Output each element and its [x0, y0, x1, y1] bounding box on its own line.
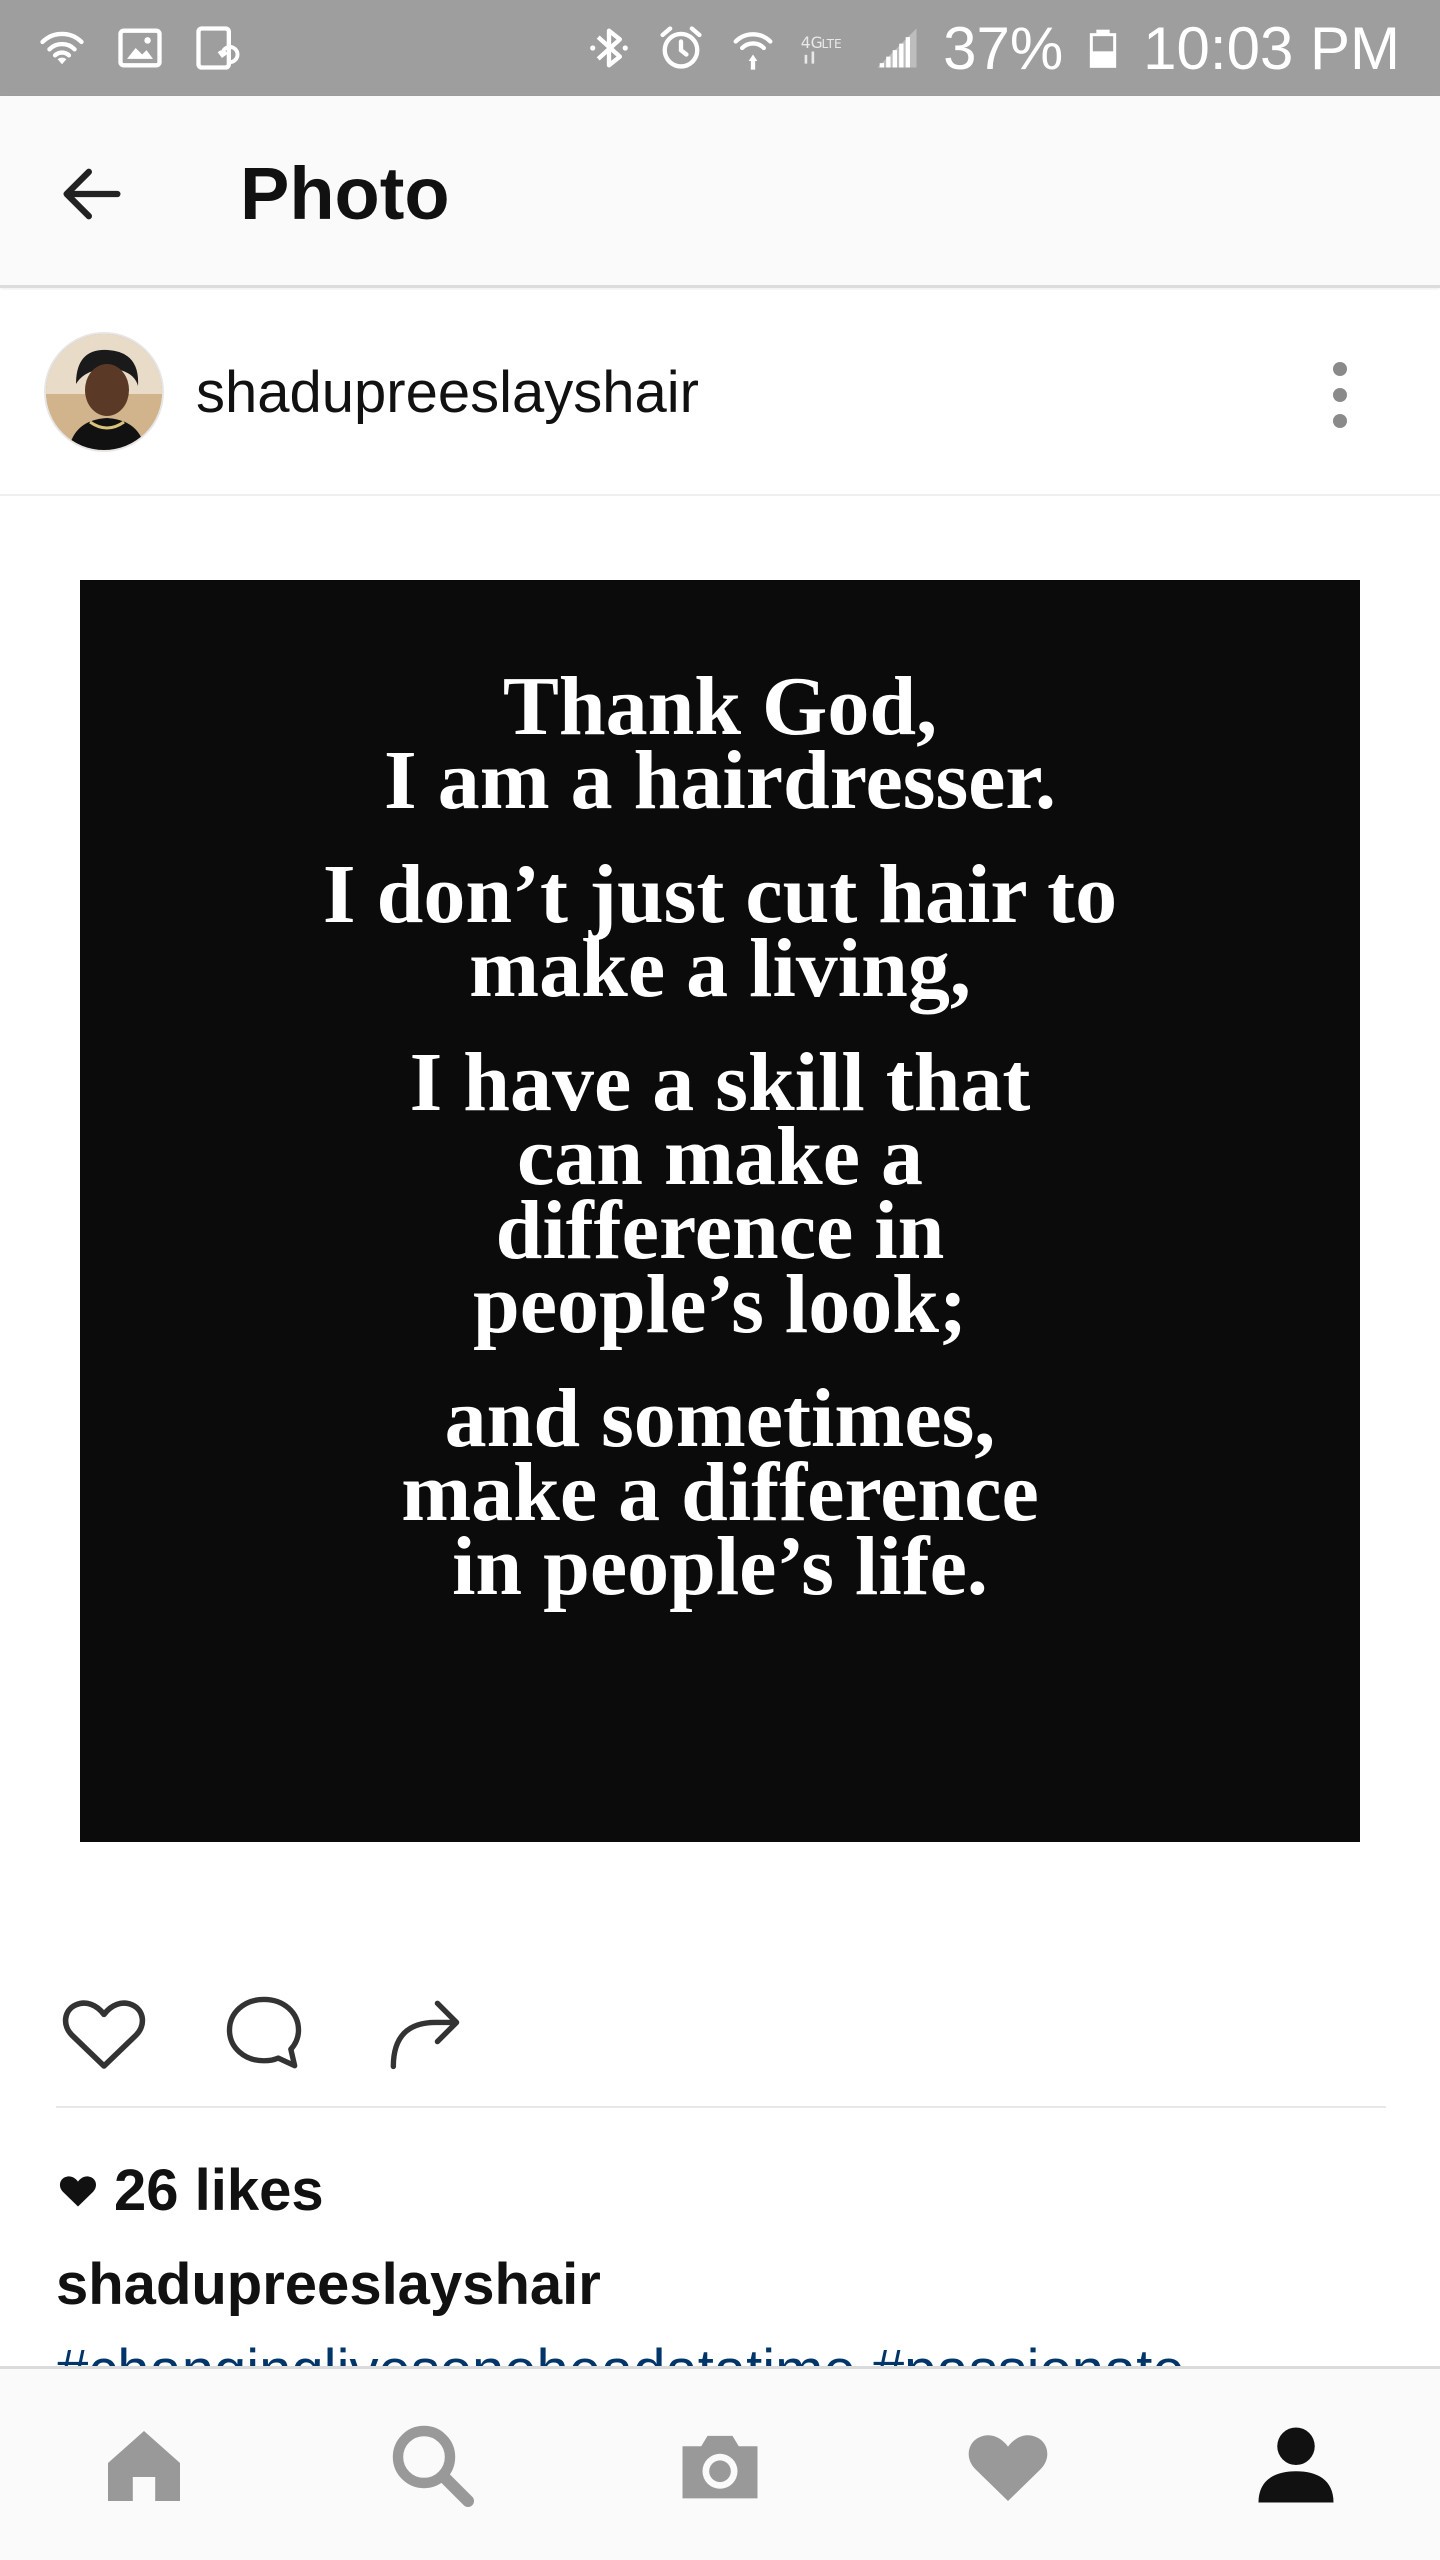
share-arrow-icon [390, 2000, 460, 2070]
more-dot [1333, 414, 1347, 428]
post-actions [0, 1960, 1440, 2100]
quote-stanza: I have a skill that can make a differenc… [80, 1036, 1360, 1351]
sync-icon [196, 26, 240, 70]
profile-icon [1258, 2427, 1334, 2503]
avatar-image [46, 334, 162, 450]
quote-line: I have a skill that [409, 1036, 1031, 1129]
svg-text:LTE: LTE [822, 37, 842, 51]
more-options-button[interactable] [1300, 350, 1380, 440]
signal-icon [877, 28, 917, 68]
wifi-icon [40, 31, 84, 65]
status-left-icons [36, 20, 244, 76]
search-icon [392, 2425, 474, 2507]
battery-icon [1090, 29, 1117, 68]
nav-home[interactable] [84, 2405, 204, 2525]
back-button[interactable] [44, 146, 140, 242]
clock-time: 10:03 PM [1143, 14, 1400, 82]
top-app-bar: Photo [0, 96, 1440, 288]
status-right-icons: 4G LTE 37% 10:03 PM [583, 10, 1400, 86]
nav-camera[interactable] [660, 2405, 780, 2525]
image-icon [118, 28, 162, 68]
share-button[interactable] [374, 1982, 474, 2082]
svg-text:4G: 4G [801, 34, 823, 52]
post-header: shadupreeslayshair [0, 290, 1440, 496]
nav-activity[interactable] [948, 2405, 1068, 2525]
nav-profile[interactable] [1236, 2405, 1356, 2525]
like-button[interactable] [54, 1982, 154, 2082]
likes-label: 26 likes [114, 2157, 324, 2223]
quote-line: I don’t just cut hair to [322, 848, 1118, 941]
alarm-icon [660, 26, 702, 69]
quote-line: and sometimes, [444, 1372, 996, 1465]
likes-count[interactable]: 26 likes [56, 2150, 324, 2230]
avatar[interactable] [44, 332, 164, 452]
heart-outline-icon [62, 2000, 146, 2069]
more-vertical-icon [1333, 362, 1347, 376]
bluetooth-icon [590, 28, 628, 68]
image-quote: Thank God, I am a hairdresser. I don’t j… [80, 660, 1360, 1644]
camera-icon [682, 2435, 758, 2499]
post-media-area: Thank God, I am a hairdresser. I don’t j… [0, 498, 1440, 1918]
actions-divider [56, 2106, 1386, 2108]
quote-line: make a living, [469, 922, 971, 1015]
quote-line: I am a hairdresser. [384, 734, 1056, 827]
post-image[interactable]: Thank God, I am a hairdresser. I don’t j… [80, 580, 1360, 1842]
quote-line: in people’s life. [452, 1520, 988, 1613]
quote-stanza: and sometimes, make a difference in peop… [80, 1372, 1360, 1613]
caption-username[interactable]: shadupreeslayshair [56, 2250, 601, 2320]
lte-icon: 4G LTE [801, 34, 842, 64]
battery-percent: 37% [943, 14, 1064, 82]
comment-button[interactable] [214, 1982, 314, 2082]
heart-filled-icon [59, 2176, 97, 2207]
quote-line: people’s look; [473, 1258, 967, 1351]
quote-line: make a difference [401, 1446, 1039, 1539]
page-title: Photo [240, 152, 450, 235]
home-icon [108, 2431, 180, 2501]
quote-line: can make a [517, 1110, 923, 1203]
bottom-navigation [0, 2366, 1440, 2560]
arrow-left-icon [63, 168, 121, 220]
more-dot [1333, 388, 1347, 402]
comment-icon [226, 1996, 302, 2069]
status-bar: 4G LTE 37% 10:03 PM [0, 0, 1440, 96]
quote-line: Thank God, [502, 660, 938, 753]
quote-stanza: Thank God, I am a hairdresser. [80, 660, 1360, 827]
post-username[interactable]: shadupreeslayshair [196, 360, 699, 426]
quote-stanza: I don’t just cut hair to make a living, [80, 848, 1360, 1015]
quote-line: difference in [495, 1184, 945, 1277]
nav-search[interactable] [372, 2405, 492, 2525]
wifi-calling-icon [733, 32, 773, 70]
heart-icon [968, 2435, 1048, 2501]
